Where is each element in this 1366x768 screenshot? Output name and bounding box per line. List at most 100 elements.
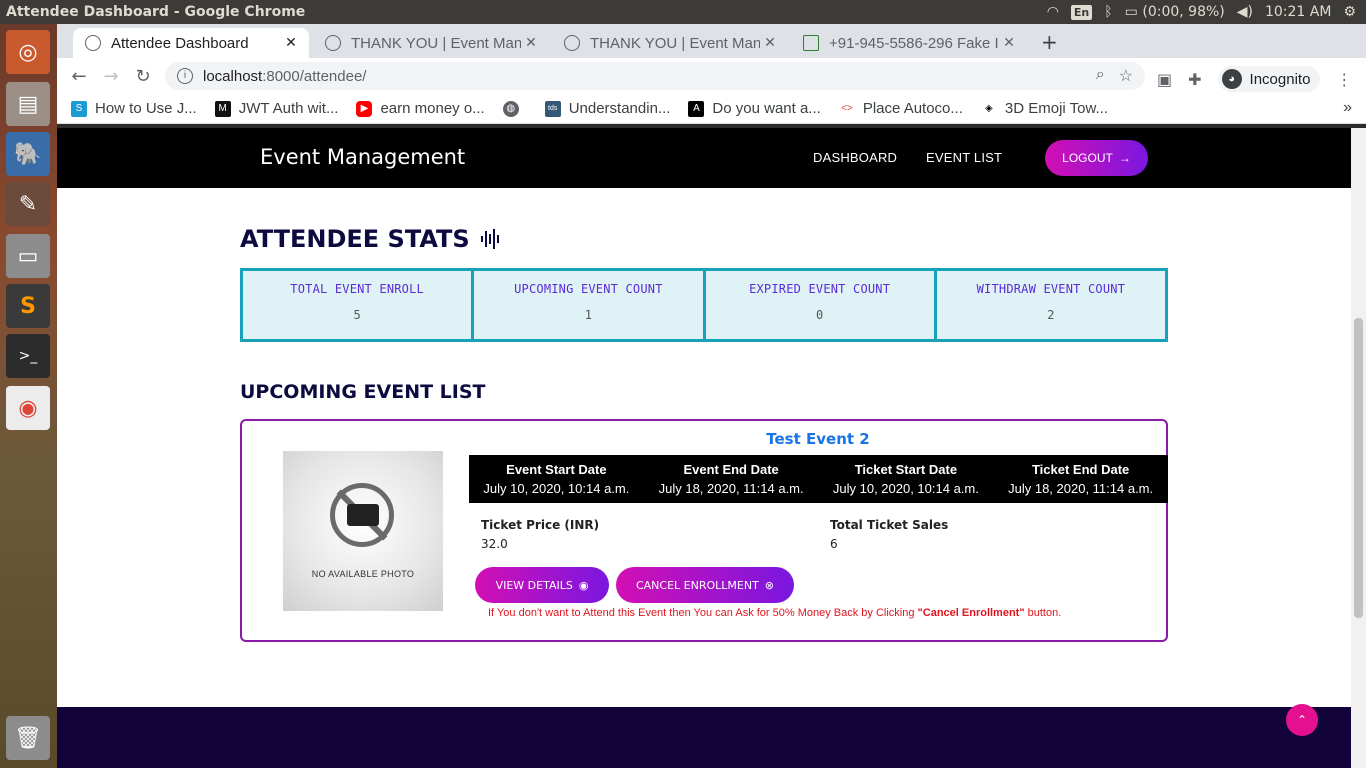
tab-thank-you-2[interactable]: THANK YOU | Event Manag ✕ — [552, 28, 788, 58]
upcoming-heading: UPCOMING EVENT LIST — [240, 381, 486, 403]
bookmark-item[interactable]: M JWT Auth wit... — [214, 100, 338, 117]
event-title[interactable]: Test Event 2 — [468, 430, 1168, 448]
tab-thank-you-1[interactable]: THANK YOU | Event Manag ✕ — [313, 28, 549, 58]
bookmark-star-icon[interactable]: ☆ — [1119, 66, 1133, 86]
address-bar[interactable]: i localhost:8000/attendee/ ⌕ ☆ — [165, 62, 1145, 90]
event-photo-placeholder: NO AVAILABLE PHOTO — [283, 451, 443, 611]
close-icon[interactable]: ✕ — [281, 35, 301, 51]
page-viewport: Event Management DASHBOARD EVENT LIST LO… — [57, 128, 1351, 768]
stats-title: ATTENDEE STATS — [240, 225, 470, 253]
bookmark-item[interactable]: tds Understandin... — [544, 100, 671, 117]
bluetooth-icon[interactable]: ᛒ — [1104, 4, 1112, 20]
cancel-enrollment-button[interactable]: CANCEL ENROLLMENT ⊗ — [616, 567, 794, 603]
keyboard-language[interactable]: En — [1070, 4, 1093, 20]
chrome-icon[interactable]: ◉ — [6, 386, 50, 430]
logout-button[interactable]: LOGOUT → — [1045, 140, 1148, 176]
bookmark-item[interactable]: ◈ 3D Emoji Tow... — [980, 100, 1108, 117]
close-icon[interactable]: ✕ — [999, 35, 1019, 51]
date-value: July 10, 2020, 10:14 a.m. — [483, 481, 630, 496]
stat-value: 1 — [584, 308, 592, 322]
stat-card-total-enroll: TOTAL EVENT ENROLL 5 — [240, 268, 475, 342]
new-tab-button[interactable]: + — [1041, 30, 1058, 54]
site-favicon-icon — [803, 35, 819, 51]
bookmark-label: earn money o... — [380, 100, 485, 117]
postgresql-icon[interactable]: 🐘 — [6, 132, 50, 176]
event-dates-table: Event Start Date July 10, 2020, 10:14 a.… — [469, 455, 1168, 503]
nav-link-dashboard[interactable]: DASHBOARD — [813, 150, 897, 165]
window-title: Attendee Dashboard - Google Chrome — [6, 4, 306, 20]
bookmark-label: Understandin... — [568, 100, 671, 117]
bookmark-item[interactable]: S How to Use J... — [71, 100, 197, 117]
date-header: Event Start Date — [506, 462, 607, 477]
bookmark-item[interactable]: A Do you want a... — [688, 100, 821, 117]
ubuntu-launcher: ◎ ▤ 🐘 ✎ ▭ S >_ ◉ 🗑 — [0, 24, 57, 768]
stat-card-upcoming: UPCOMING EVENT COUNT 1 — [471, 268, 706, 342]
file-manager-icon[interactable]: ▤ — [6, 82, 50, 126]
codepen-icon: ◈ — [980, 100, 997, 117]
date-column: Ticket Start Date July 10, 2020, 10:14 a… — [819, 455, 994, 503]
clock[interactable]: 10:21 AM — [1265, 4, 1331, 20]
trash-icon[interactable]: 🗑 — [6, 716, 50, 760]
bookmarks-bar: S How to Use J... M JWT Auth wit... ▶ earn … — [57, 94, 1366, 124]
tab-fake-number[interactable]: +91-945-5586-296 Fake Ind ✕ — [791, 28, 1027, 58]
stat-value: 2 — [1047, 308, 1055, 322]
bookmark-label: Do you want a... — [712, 100, 821, 117]
forward-arrow-icon[interactable]: → — [99, 64, 123, 88]
close-icon[interactable]: ✕ — [760, 35, 780, 51]
stat-card-expired: EXPIRED EVENT COUNT 0 — [702, 268, 937, 342]
nav-link-event-list[interactable]: EVENT LIST — [926, 150, 1002, 165]
stat-label: WITHDRAW EVENT COUNT — [976, 282, 1126, 296]
date-column: Event End Date July 18, 2020, 11:14 a.m. — [644, 455, 819, 503]
stat-card-withdraw: WITHDRAW EVENT COUNT 2 — [933, 268, 1168, 342]
waveform-icon — [481, 229, 500, 249]
incognito-badge[interactable]: ◕ Incognito — [1217, 66, 1321, 92]
stats-row: TOTAL EVENT ENROLL 5 UPCOMING EVENT COUN… — [240, 268, 1168, 342]
gear-icon[interactable]: ⚙ — [1343, 4, 1356, 20]
scroll-to-top-button[interactable]: ⌃ — [1286, 704, 1318, 736]
stats-heading: ATTENDEE STATS — [240, 225, 502, 253]
bookmark-item[interactable]: ▶ earn money o... — [356, 100, 485, 117]
note-suffix: button. — [1024, 607, 1062, 619]
bookmark-item[interactable]: ◍ — [502, 100, 527, 117]
extensions-puzzle-icon[interactable]: ✚ — [1188, 70, 1201, 89]
ubuntu-logo-icon[interactable]: ◎ — [6, 30, 50, 74]
close-circle-icon: ⊗ — [764, 578, 775, 592]
color-picker-icon[interactable]: ✎ — [6, 182, 50, 226]
globe-icon — [564, 35, 580, 51]
scrollbar-thumb[interactable] — [1354, 318, 1363, 618]
wifi-icon[interactable]: ◠ — [1047, 4, 1059, 20]
sublime-text-icon[interactable]: S — [6, 284, 50, 328]
youtube-icon: ▶ — [356, 100, 373, 117]
event-card: NO AVAILABLE PHOTO Test Event 2 Event St… — [240, 419, 1168, 642]
date-value: July 10, 2020, 10:14 a.m. — [832, 481, 979, 496]
url-path: :8000/attendee/ — [262, 67, 367, 85]
close-icon[interactable]: ✕ — [521, 35, 541, 51]
back-arrow-icon[interactable]: ← — [67, 64, 91, 88]
date-header: Ticket End Date — [1031, 462, 1130, 477]
total-ticket-sales: Total Ticket Sales 6 — [830, 518, 948, 551]
menu-kebab-icon[interactable]: ⋮ — [1336, 70, 1352, 89]
view-details-button[interactable]: VIEW DETAILS ◉ — [475, 567, 609, 603]
page-scrollbar[interactable] — [1351, 128, 1366, 768]
tab-title: THANK YOU | Event Manag — [351, 34, 521, 52]
volume-icon[interactable]: ◀) — [1237, 4, 1253, 20]
tds-icon: tds — [544, 100, 561, 117]
camera-icon[interactable]: ▣ — [1157, 70, 1172, 89]
tab-attendee-dashboard[interactable]: Attendee Dashboard ✕ — [73, 28, 309, 58]
date-column: Ticket End Date July 18, 2020, 11:14 a.m… — [993, 455, 1168, 503]
globe-icon: ◍ — [502, 100, 519, 117]
terminal-icon[interactable]: >_ — [6, 334, 50, 378]
chevron-right-icon[interactable]: » — [1343, 99, 1352, 117]
site-brand[interactable]: Event Management — [260, 145, 465, 169]
info-icon[interactable]: i — [177, 68, 193, 84]
bookmark-item[interactable]: <> Place Autoco... — [838, 100, 963, 117]
disk-icon[interactable]: ▭ — [6, 234, 50, 278]
reload-icon[interactable]: ↻ — [131, 64, 155, 88]
camera-body-icon — [347, 504, 379, 526]
code-icon: <> — [838, 100, 855, 117]
browser-toolbar: ← → ↻ i localhost:8000/attendee/ ⌕ ☆ ▣ ✚… — [57, 58, 1366, 94]
stat-label: UPCOMING EVENT COUNT — [514, 282, 663, 296]
url-host: localhost — [203, 67, 263, 85]
zoom-icon[interactable]: ⌕ — [1096, 66, 1105, 86]
battery-status[interactable]: ▭ (0:00, 98%) — [1125, 4, 1225, 20]
